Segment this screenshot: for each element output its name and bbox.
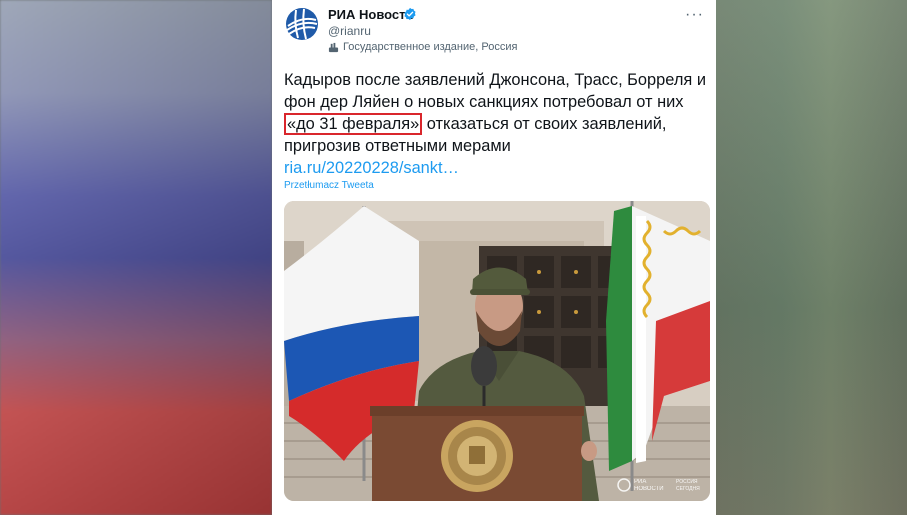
watermark-text-1: РИА — [634, 479, 646, 485]
watermark-text-2: НОВОСТИ — [634, 486, 664, 492]
tweet-text: Кадыров после заявлений Джонсона, Трасс,… — [284, 69, 712, 179]
account-handle[interactable]: @rianru — [328, 24, 371, 38]
state-media-label[interactable]: Государственное издание, Россия — [328, 41, 517, 53]
account-name[interactable]: РИА Новости — [328, 7, 414, 22]
tweet-text-before: Кадыров после заявлений Джонсона, Трасс,… — [284, 71, 707, 111]
background-right-blurred — [715, 0, 907, 515]
avatar[interactable] — [284, 6, 320, 42]
state-media-icon — [328, 42, 339, 52]
tweet-link[interactable]: ria.ru/20220228/sankt… — [284, 159, 459, 177]
tweet-photo[interactable]: РИА НОВОСТИ РОССИЯ СЕГОДНЯ — [284, 201, 710, 501]
highlighted-date: «до 31 февраля» — [284, 113, 423, 135]
state-media-text: Государственное издание, Россия — [343, 41, 518, 53]
watermark-text-3: РОССИЯ — [676, 479, 698, 485]
translate-link[interactable]: Przetłumacz Tweeta — [284, 180, 374, 191]
photo-illustration: РИА НОВОСТИ РОССИЯ СЕГОДНЯ — [284, 201, 710, 501]
ria-logo-icon — [285, 7, 319, 41]
more-icon[interactable]: ··· — [685, 6, 704, 24]
tweet-card: РИА Новости @rianru Государственное изда… — [272, 0, 716, 515]
verified-badge-icon — [404, 7, 416, 21]
watermark-text-4: СЕГОДНЯ — [676, 486, 700, 492]
background-left-blurred — [0, 0, 272, 515]
